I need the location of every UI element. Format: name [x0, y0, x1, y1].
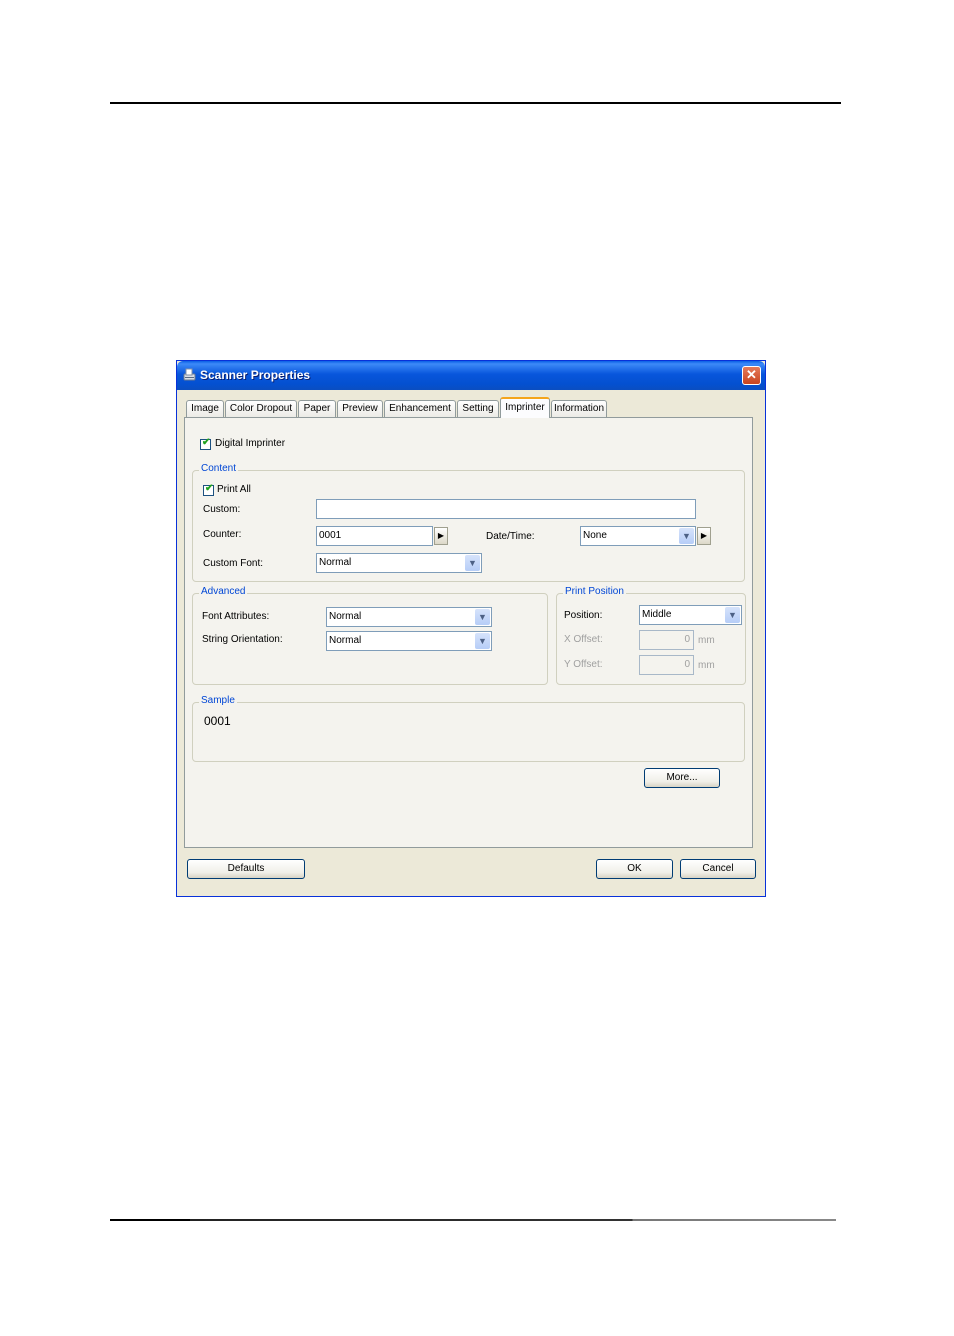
advanced-group: Advanced Font Attributes: Normal ▼ Strin… [192, 586, 548, 685]
x-offset-label: X Offset: [564, 634, 603, 645]
digital-imprinter-checkbox[interactable]: ✔ [200, 437, 211, 450]
y-offset-input[interactable]: 0 [639, 655, 694, 675]
tab-preview[interactable]: Preview [337, 400, 383, 417]
advanced-group-title: Advanced [199, 586, 248, 597]
position-select[interactable]: Middle ▼ [639, 605, 742, 625]
digital-imprinter-label: Digital Imprinter [215, 438, 286, 449]
check-icon: ✔ [202, 437, 211, 448]
y-offset-label: Y Offset: [564, 659, 603, 670]
date-time-select[interactable]: None ▼ [580, 526, 696, 546]
font-attributes-select[interactable]: Normal ▼ [326, 607, 492, 627]
chevron-down-icon[interactable]: ▼ [725, 607, 740, 623]
cancel-button[interactable]: Cancel [680, 859, 756, 879]
string-orientation-select[interactable]: Normal ▼ [326, 631, 492, 651]
title-bar[interactable]: Scanner Properties ✕ [177, 361, 765, 390]
date-time-label: Date/Time: [486, 531, 535, 542]
page-header-rule [110, 102, 841, 104]
tab-enhancement[interactable]: Enhancement [384, 400, 456, 417]
close-icon: ✕ [746, 367, 757, 382]
print-position-group: Print Position Position: Middle ▼ X Offs… [556, 586, 746, 685]
x-offset-unit: mm [698, 635, 715, 646]
custom-font-label: Custom Font: [203, 558, 264, 569]
arrow-right-icon: ▶ [700, 531, 708, 540]
tab-paper[interactable]: Paper [298, 400, 336, 417]
chevron-down-icon[interactable]: ▼ [679, 528, 694, 544]
check-icon: ✔ [205, 483, 214, 494]
dialog-title: Scanner Properties [200, 368, 311, 382]
chevron-down-icon[interactable]: ▼ [475, 633, 490, 649]
tab-image[interactable]: Image [186, 400, 224, 417]
custom-input[interactable] [316, 499, 696, 519]
content-group: Content ✔ Print All Custom: Counter: 000… [192, 463, 745, 582]
more-button[interactable]: More... [644, 768, 720, 788]
imprinter-panel: ✔ Digital Imprinter Content ✔ Print All … [184, 417, 753, 848]
sample-group-title: Sample [199, 695, 237, 706]
scanner-icon [183, 368, 196, 381]
tab-color-dropout[interactable]: Color Dropout [225, 400, 297, 417]
print-all-label: Print All [217, 484, 251, 495]
date-time-value: None [583, 530, 607, 541]
string-orientation-value: Normal [329, 635, 362, 646]
page-footer-rule [110, 1219, 836, 1221]
counter-label: Counter: [203, 529, 242, 540]
sample-preview: 0001 [204, 714, 231, 728]
scanner-properties-dialog: Scanner Properties ✕ Image Color Dropout… [176, 360, 766, 897]
close-button[interactable]: ✕ [742, 366, 761, 385]
position-value: Middle [642, 609, 672, 620]
ok-button[interactable]: OK [596, 859, 673, 879]
print-position-group-title: Print Position [563, 586, 626, 597]
x-offset-input[interactable]: 0 [639, 630, 694, 650]
custom-label: Custom: [203, 504, 241, 515]
font-attributes-value: Normal [329, 611, 362, 622]
y-offset-unit: mm [698, 660, 715, 671]
tab-setting[interactable]: Setting [457, 400, 499, 417]
font-attributes-label: Font Attributes: [202, 611, 270, 622]
chevron-down-icon[interactable]: ▼ [465, 555, 480, 571]
custom-font-value: Normal [319, 557, 352, 568]
date-time-spin-button[interactable]: ▶ [697, 527, 711, 545]
string-orientation-label: String Orientation: [202, 634, 283, 645]
tab-imprinter[interactable]: Imprinter [500, 397, 550, 418]
tab-information[interactable]: Information [551, 400, 607, 417]
print-all-checkbox[interactable]: ✔ [203, 483, 214, 496]
position-label: Position: [564, 610, 603, 621]
counter-input[interactable]: 0001 [316, 526, 433, 546]
chevron-down-icon[interactable]: ▼ [475, 609, 490, 625]
custom-font-select[interactable]: Normal ▼ [316, 553, 482, 573]
arrow-right-icon: ▶ [437, 531, 445, 540]
sample-group: Sample 0001 [192, 695, 745, 762]
defaults-button[interactable]: Defaults [187, 859, 305, 879]
content-group-title: Content [199, 463, 239, 474]
counter-spin-button[interactable]: ▶ [434, 527, 448, 545]
